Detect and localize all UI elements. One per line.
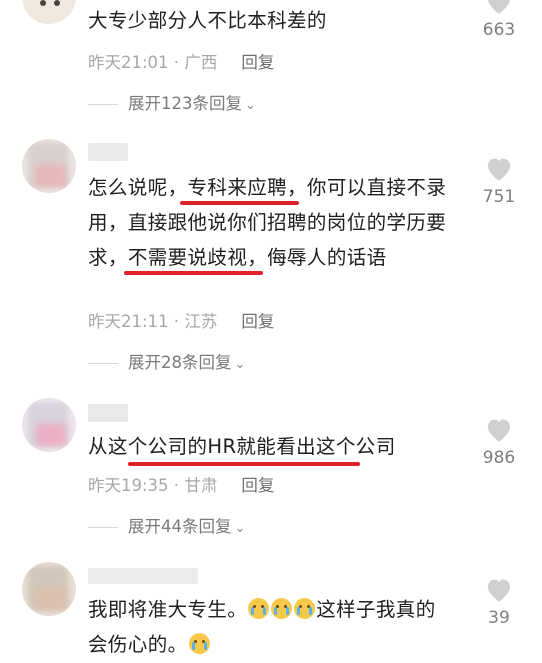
crying-face-emoji xyxy=(294,598,316,619)
comment-item: 怎么说呢，专科来应聘 ，你可以直接不录用，直接跟他说你们招聘的岗位的学历要求，不需… xyxy=(0,135,542,385)
like-count: 39 xyxy=(488,608,510,628)
comment-meta: 昨天19:35 · 甘肃 回复 xyxy=(88,472,274,496)
comment-item: 我即将准大专生。 这样子我真的会伤心的。 39 xyxy=(0,560,542,663)
comment-text: 从这个公司的HR就能看出这个公司 xyxy=(88,429,448,466)
reply-button[interactable]: 回复 xyxy=(241,53,274,72)
comment-location: 广西 xyxy=(184,53,218,72)
chevron-down-icon: ⌄ xyxy=(234,521,246,536)
like-count: 986 xyxy=(482,448,516,468)
username[interactable] xyxy=(88,404,128,422)
heart-icon xyxy=(482,416,516,443)
highlighted-text: 专科来应聘 xyxy=(179,176,300,205)
divider xyxy=(88,104,118,105)
expand-replies-button[interactable]: 展开28条回复 ⌄ xyxy=(88,349,245,373)
comment-text: 怎么说呢，专科来应聘 ，你可以直接不录用，直接跟他说你们招聘的岗位的学历要求，不需… xyxy=(88,170,448,275)
comment-time: 昨天19:35 xyxy=(88,476,169,495)
chevron-down-icon: ⌄ xyxy=(245,98,256,113)
separator: · xyxy=(168,53,185,72)
like-button[interactable]: 986 xyxy=(482,416,516,468)
comment-item: 从这个公司的HR就能看出这个公司 昨天19:35 · 甘肃 回复 展开44条回复 ⌄… xyxy=(0,398,542,548)
expand-replies-button[interactable]: 展开44条回复 ⌄ xyxy=(88,513,245,537)
text-segment: 我即将准大专生。 xyxy=(88,598,248,621)
username[interactable] xyxy=(88,568,198,584)
comment-meta: 昨天21:11 · 江苏 回复 xyxy=(88,308,274,332)
divider xyxy=(88,363,118,364)
reply-button[interactable]: 回复 xyxy=(241,476,274,495)
crying-face-emoji xyxy=(188,633,210,654)
text-segment: 怎么说呢， xyxy=(88,176,188,199)
avatar[interactable] xyxy=(22,562,76,616)
red-underline xyxy=(123,271,264,275)
crying-face-emoji xyxy=(248,598,270,619)
separator: · xyxy=(168,312,185,331)
expand-replies-label: 展开28条回复 xyxy=(128,353,232,372)
like-button[interactable]: 663 xyxy=(482,0,516,40)
comment-text: 我即将准大专生。 这样子我真的会伤心的。 xyxy=(88,592,448,662)
expand-replies-label: 展开123条回复 xyxy=(128,94,242,113)
avatar[interactable] xyxy=(22,139,76,193)
like-button[interactable]: 751 xyxy=(482,155,516,207)
reply-button[interactable]: 回复 xyxy=(241,312,274,331)
highlighted-text: 从这个公司的HR就能看出这个公司 xyxy=(88,435,396,466)
highlighted-text: 不需要说歧视 xyxy=(123,246,264,275)
expand-replies-button[interactable]: 展开123条回复 ⌄ xyxy=(88,90,256,114)
comment-time: 昨天21:11 xyxy=(88,312,169,331)
expand-replies-label: 展开44条回复 xyxy=(128,517,232,536)
heart-icon xyxy=(482,576,516,603)
username[interactable] xyxy=(88,143,128,161)
comment-location: 甘肃 xyxy=(184,476,218,495)
comment-text: 大专少部分人不比本科差的 xyxy=(88,9,327,32)
chevron-down-icon: ⌄ xyxy=(234,357,246,372)
divider xyxy=(88,527,118,528)
like-button[interactable]: 39 xyxy=(482,576,516,628)
comment-location: 江苏 xyxy=(184,312,218,331)
heart-icon xyxy=(482,0,516,15)
avatar[interactable] xyxy=(22,398,76,452)
comment-time: 昨天21:01 xyxy=(88,53,169,72)
text-segment: ，侮辱人的话语 xyxy=(247,246,387,269)
heart-icon xyxy=(482,155,516,182)
comment-item: 大专少部分人不比本科差的 昨天21:01 · 广西 回复 展开123条回复 ⌄ 66… xyxy=(0,0,542,120)
like-count: 663 xyxy=(482,20,516,40)
avatar[interactable] xyxy=(22,0,76,24)
red-underline xyxy=(179,201,300,205)
separator: · xyxy=(168,476,185,495)
crying-face-emoji xyxy=(271,598,293,619)
red-underline xyxy=(128,462,360,466)
comment-meta: 昨天21:01 · 广西 回复 xyxy=(88,49,274,73)
like-count: 751 xyxy=(482,187,516,207)
